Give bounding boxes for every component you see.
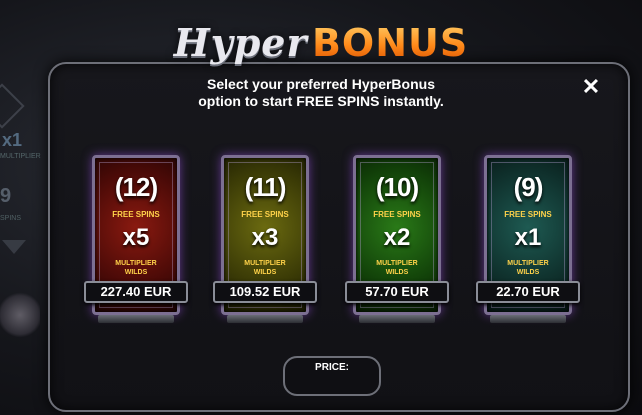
close-icon[interactable]: ✕ — [580, 76, 602, 98]
free-spins-label: FREE SPINS — [241, 210, 289, 219]
free-spins-count: (10) — [375, 172, 419, 202]
bonus-option-card-9-spins[interactable]: (9) FREE SPINS x1 MULTIPLIER WILDS 22.70… — [476, 155, 580, 325]
option-price[interactable]: 109.52 EUR — [213, 281, 317, 303]
bonus-option-card-11-spins[interactable]: (11) FREE SPINS x3 MULTIPLIER WILDS 109.… — [213, 155, 317, 325]
background-multiplier-label: MULTIPLIER — [0, 153, 41, 160]
instruction-line-1: Select your preferred HyperBonus — [207, 76, 435, 92]
multiplier-wilds-label: MULTIPLIER WILDS — [507, 260, 549, 276]
background-spins-label: SPINS — [0, 215, 22, 222]
multiplier-wilds-label: MULTIPLIER WILDS — [244, 260, 286, 276]
background-spins-value: 9 — [0, 185, 12, 207]
instruction-line-2: option to start FREE SPINS instantly. — [198, 93, 444, 109]
multiplier-wilds-label: MULTIPLIER WILDS — [115, 260, 157, 276]
multiplier-wilds-label: MULTIPLIER WILDS — [376, 260, 418, 276]
bonus-option-card-12-spins[interactable]: (12) FREE SPINS x5 MULTIPLIER WILDS 227.… — [84, 155, 188, 325]
card-stand — [359, 315, 435, 323]
bonus-option-card-10-spins[interactable]: (10) FREE SPINS x2 MULTIPLIER WILDS 57.7… — [345, 155, 449, 325]
logo-bonus-text: BONUS — [311, 21, 469, 65]
free-spins-count: (9) — [513, 172, 544, 202]
logo-hyper-text: Hyper — [173, 20, 308, 65]
multiplier-value: x1 — [514, 224, 542, 251]
triangle-decoration — [2, 240, 26, 254]
hyperbonus-logo: Hyper BONUS — [0, 20, 642, 65]
card-stand — [98, 315, 174, 323]
multiplier-value: x3 — [251, 224, 279, 251]
option-price[interactable]: 227.40 EUR — [84, 281, 188, 303]
background-game-ui: x1 MULTIPLIER 9 SPINS — [0, 83, 41, 270]
free-spins-count: (12) — [114, 172, 158, 202]
free-spins-label: FREE SPINS — [112, 210, 160, 219]
option-price[interactable]: 57.70 EUR — [345, 281, 449, 303]
card-stand — [227, 315, 303, 323]
multiplier-value: x5 — [122, 224, 150, 251]
multiplier-value: x2 — [383, 224, 411, 251]
free-spins-label: FREE SPINS — [504, 210, 552, 219]
free-spins-label: FREE SPINS — [373, 210, 421, 219]
instruction-text: Select your preferred HyperBonus option … — [0, 76, 642, 110]
background-multiplier-value: x1 — [2, 130, 23, 150]
price-display: PRICE: — [283, 356, 381, 396]
free-spins-count: (11) — [244, 172, 287, 202]
card-stand — [490, 315, 566, 323]
option-price[interactable]: 22.70 EUR — [476, 281, 580, 303]
flower-decoration — [0, 290, 40, 340]
